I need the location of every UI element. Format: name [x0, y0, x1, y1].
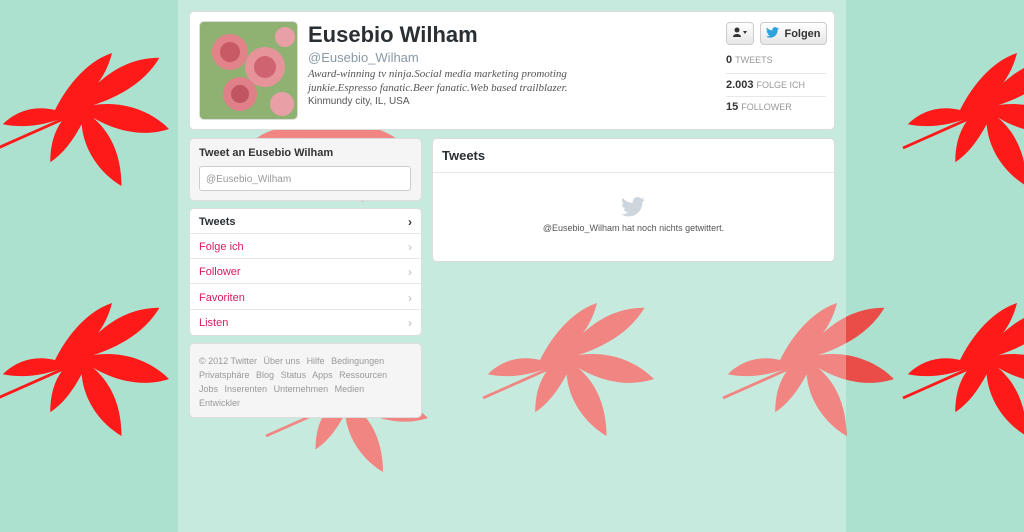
user-dropdown-icon	[733, 27, 747, 40]
profile-location: Kinmundy city, IL, USA	[308, 96, 410, 107]
stat-following[interactable]: 2.003 FOLGE ICH	[726, 79, 826, 91]
chevron-right-icon: ›	[408, 291, 412, 305]
footer-link[interactable]: Status	[281, 370, 307, 380]
nav-following[interactable]: Folge ich ›	[190, 234, 421, 259]
footer-link[interactable]: Hilfe	[307, 356, 325, 366]
footer-link[interactable]: Privatsphäre	[199, 370, 250, 380]
nav-favorites[interactable]: Favoriten ›	[190, 285, 421, 310]
footer-link[interactable]: Entwickler	[199, 398, 240, 408]
rose-image	[200, 22, 297, 119]
footer-links: © 2012 Twitter Über uns Hilfe Bedingunge…	[199, 354, 412, 410]
profile-bio: Award-winning tv ninja.Social media mark…	[308, 68, 568, 94]
tweet-to-title: Tweet an Eusebio Wilham	[199, 147, 334, 159]
chevron-right-icon: ›	[408, 240, 412, 254]
stat-tweets[interactable]: 0 TWEETS	[726, 54, 826, 66]
nav-lists[interactable]: Listen ›	[190, 310, 421, 335]
profile-handle: @Eusebio_Wilham	[308, 50, 419, 65]
chevron-right-icon: ›	[408, 316, 412, 330]
footer-link[interactable]: Unternehmen	[274, 384, 329, 394]
tweet-to-input[interactable]: @Eusebio_Wilham	[199, 166, 411, 191]
avatar[interactable]	[199, 21, 298, 120]
tweets-panel-title: Tweets	[433, 139, 834, 173]
nav-tweets[interactable]: Tweets ›	[190, 209, 421, 234]
footer-link[interactable]: Jobs	[199, 384, 218, 394]
footer-link[interactable]: Medien	[335, 384, 365, 394]
stat-divider	[726, 73, 826, 74]
stat-followers[interactable]: 15 FOLLOWER	[726, 101, 826, 113]
profile-name: Eusebio Wilham	[308, 22, 478, 47]
nav-followers[interactable]: Follower ›	[190, 259, 421, 284]
footer-link[interactable]: Ressourcen	[339, 370, 387, 380]
follow-label: Folgen	[784, 27, 821, 40]
footer-link[interactable]: Über uns	[264, 356, 301, 366]
footer-link[interactable]: Inserenten	[225, 384, 268, 394]
stat-divider	[726, 96, 826, 97]
tweet-to-box: Tweet an Eusebio Wilham @Eusebio_Wilham	[189, 138, 422, 201]
tweets-panel: Tweets @Eusebio_Wilham hat noch nichts g…	[432, 138, 835, 262]
profile-header: Eusebio Wilham @Eusebio_Wilham Award-win…	[189, 11, 835, 130]
twitter-bird-icon	[766, 26, 780, 41]
footer-link[interactable]: Blog	[256, 370, 274, 380]
user-actions-button[interactable]	[726, 22, 754, 45]
follow-button[interactable]: Folgen	[760, 22, 827, 45]
footer-link[interactable]: © 2012 Twitter	[199, 356, 257, 366]
chevron-right-icon: ›	[408, 265, 412, 279]
footer: © 2012 Twitter Über uns Hilfe Bedingunge…	[189, 343, 422, 418]
chevron-right-icon: ›	[408, 215, 412, 229]
footer-link[interactable]: Apps	[312, 370, 333, 380]
empty-timeline-message: @Eusebio_Wilham hat noch nichts getwitte…	[542, 223, 725, 233]
twitter-bird-icon	[621, 197, 645, 220]
footer-link[interactable]: Bedingungen	[331, 356, 384, 366]
profile-nav: Tweets › Folge ich › Follower › Favoriten › …	[189, 208, 422, 336]
